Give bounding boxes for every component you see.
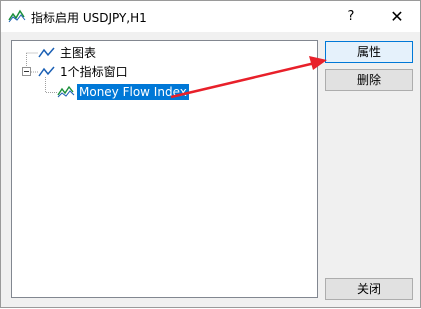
indicator-icon	[57, 85, 75, 97]
tree-item-label: 1个指标窗口	[60, 65, 128, 79]
tree-item-money-flow-index[interactable]: Money Flow Index	[57, 82, 189, 101]
tree-item-label: Money Flow Index	[77, 83, 189, 100]
properties-button[interactable]: 属性	[325, 41, 413, 63]
chart-line-icon	[38, 47, 55, 57]
close-button[interactable]: 关闭	[325, 278, 413, 300]
close-window-button[interactable]: ✕	[374, 1, 420, 32]
tree-item-label: 主图表	[60, 46, 97, 60]
help-button[interactable]: ?	[328, 1, 374, 32]
indicator-app-icon	[8, 9, 26, 23]
indicator-tree[interactable]: 主图表 1个指标窗口 Money Flow Index	[11, 40, 318, 298]
delete-button[interactable]: 删除	[325, 69, 413, 91]
tree-item-main-chart[interactable]: 主图表	[38, 43, 98, 62]
collapse-toggle[interactable]	[22, 67, 31, 76]
tree-item-indicator-window[interactable]: 1个指标窗口	[38, 62, 130, 81]
title-bar: 指标启用 USDJPY,H1 ? ✕	[1, 1, 420, 32]
window-title: 指标启用 USDJPY,H1	[31, 11, 147, 25]
chart-line-icon	[38, 66, 55, 76]
indicator-dialog: 指标启用 USDJPY,H1 ? ✕ 主图表 1个指标窗口 Money Flow…	[0, 0, 421, 308]
